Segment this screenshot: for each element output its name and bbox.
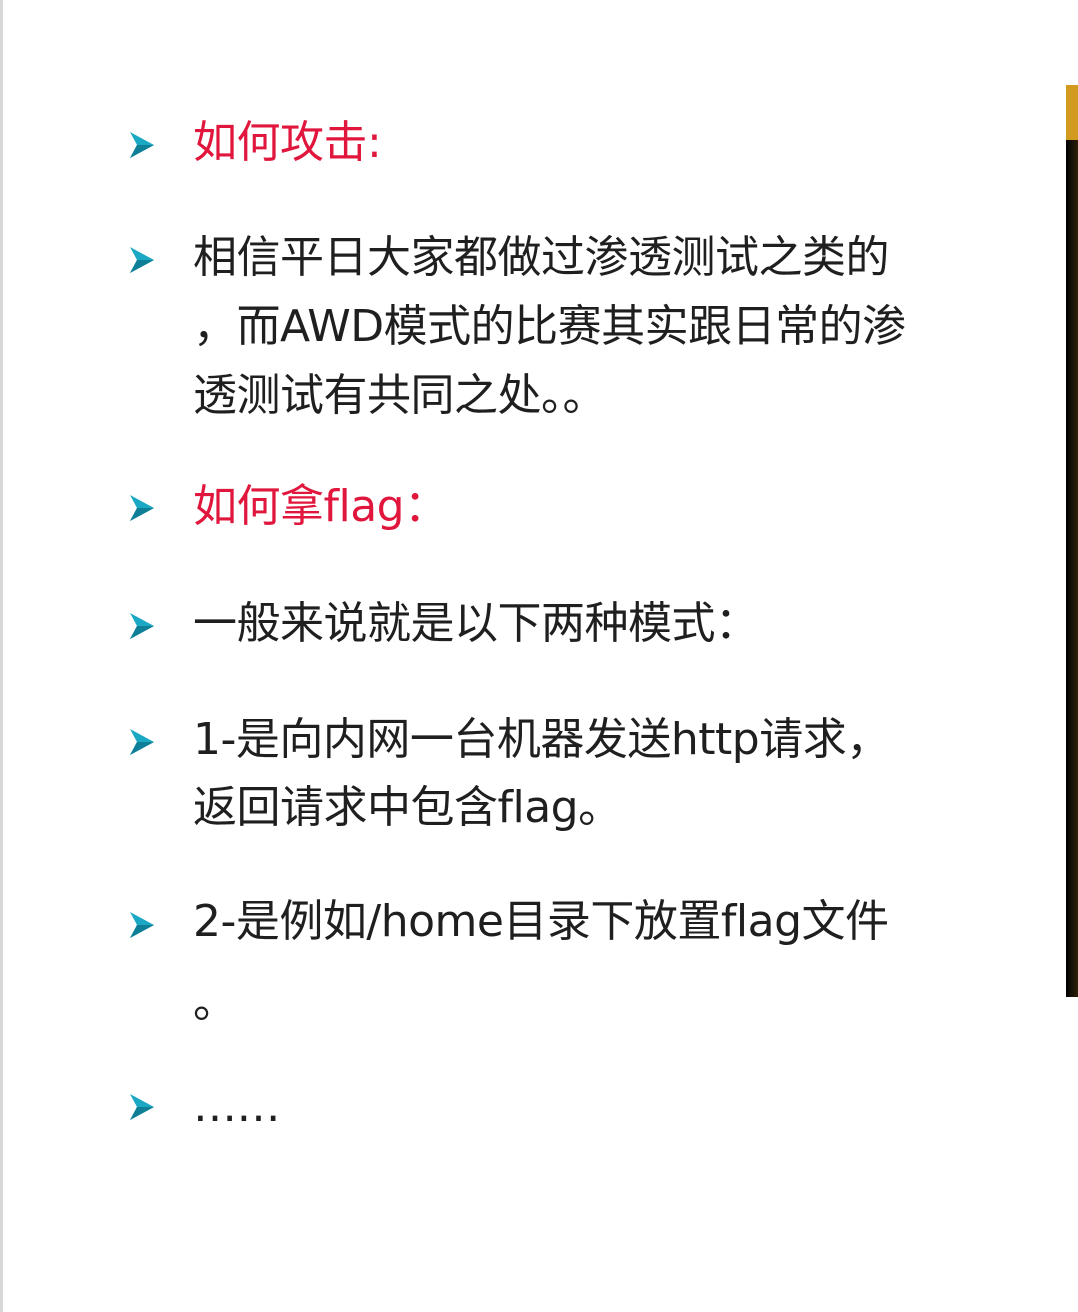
- triangle-arrow-icon: [128, 609, 156, 643]
- modes-intro: 一般来说就是以下两种模式：: [193, 598, 759, 649]
- heading-how-to-get-flag: 如何拿flag：: [193, 481, 448, 532]
- slide-content: 如何攻击: 相信平日大家都做过渗透测试之类的 ，而AWD模式的比赛其实跟日常的渗…: [0, 0, 1060, 1312]
- mode-2-line-2: 。: [193, 977, 237, 1028]
- adjacent-window-edge: [1066, 85, 1078, 997]
- attack-description-line-2: ，而AWD模式的比赛其实跟日常的渗: [193, 301, 906, 352]
- mode-2-line-1: 2-是例如/home目录下放置flag文件: [193, 896, 889, 947]
- triangle-arrow-icon: [128, 491, 156, 525]
- triangle-arrow-icon: [128, 128, 156, 162]
- triangle-arrow-icon: [128, 243, 156, 277]
- attack-description-line-3: 透测试有共同之处。。: [193, 370, 607, 421]
- attack-description-line-1: 相信平日大家都做过渗透测试之类的: [193, 232, 890, 283]
- triangle-arrow-icon: [128, 908, 156, 942]
- triangle-arrow-icon: [128, 1090, 156, 1124]
- triangle-arrow-icon: [128, 725, 156, 759]
- mode-1-line-1: 1-是向内网一台机器发送http请求，: [193, 714, 890, 765]
- ellipsis-item: ……: [193, 1081, 281, 1132]
- adjacent-window-accent: [1066, 85, 1078, 140]
- heading-how-to-attack: 如何攻击:: [193, 117, 382, 168]
- mode-1-line-2: 返回请求中包含flag。: [193, 782, 622, 833]
